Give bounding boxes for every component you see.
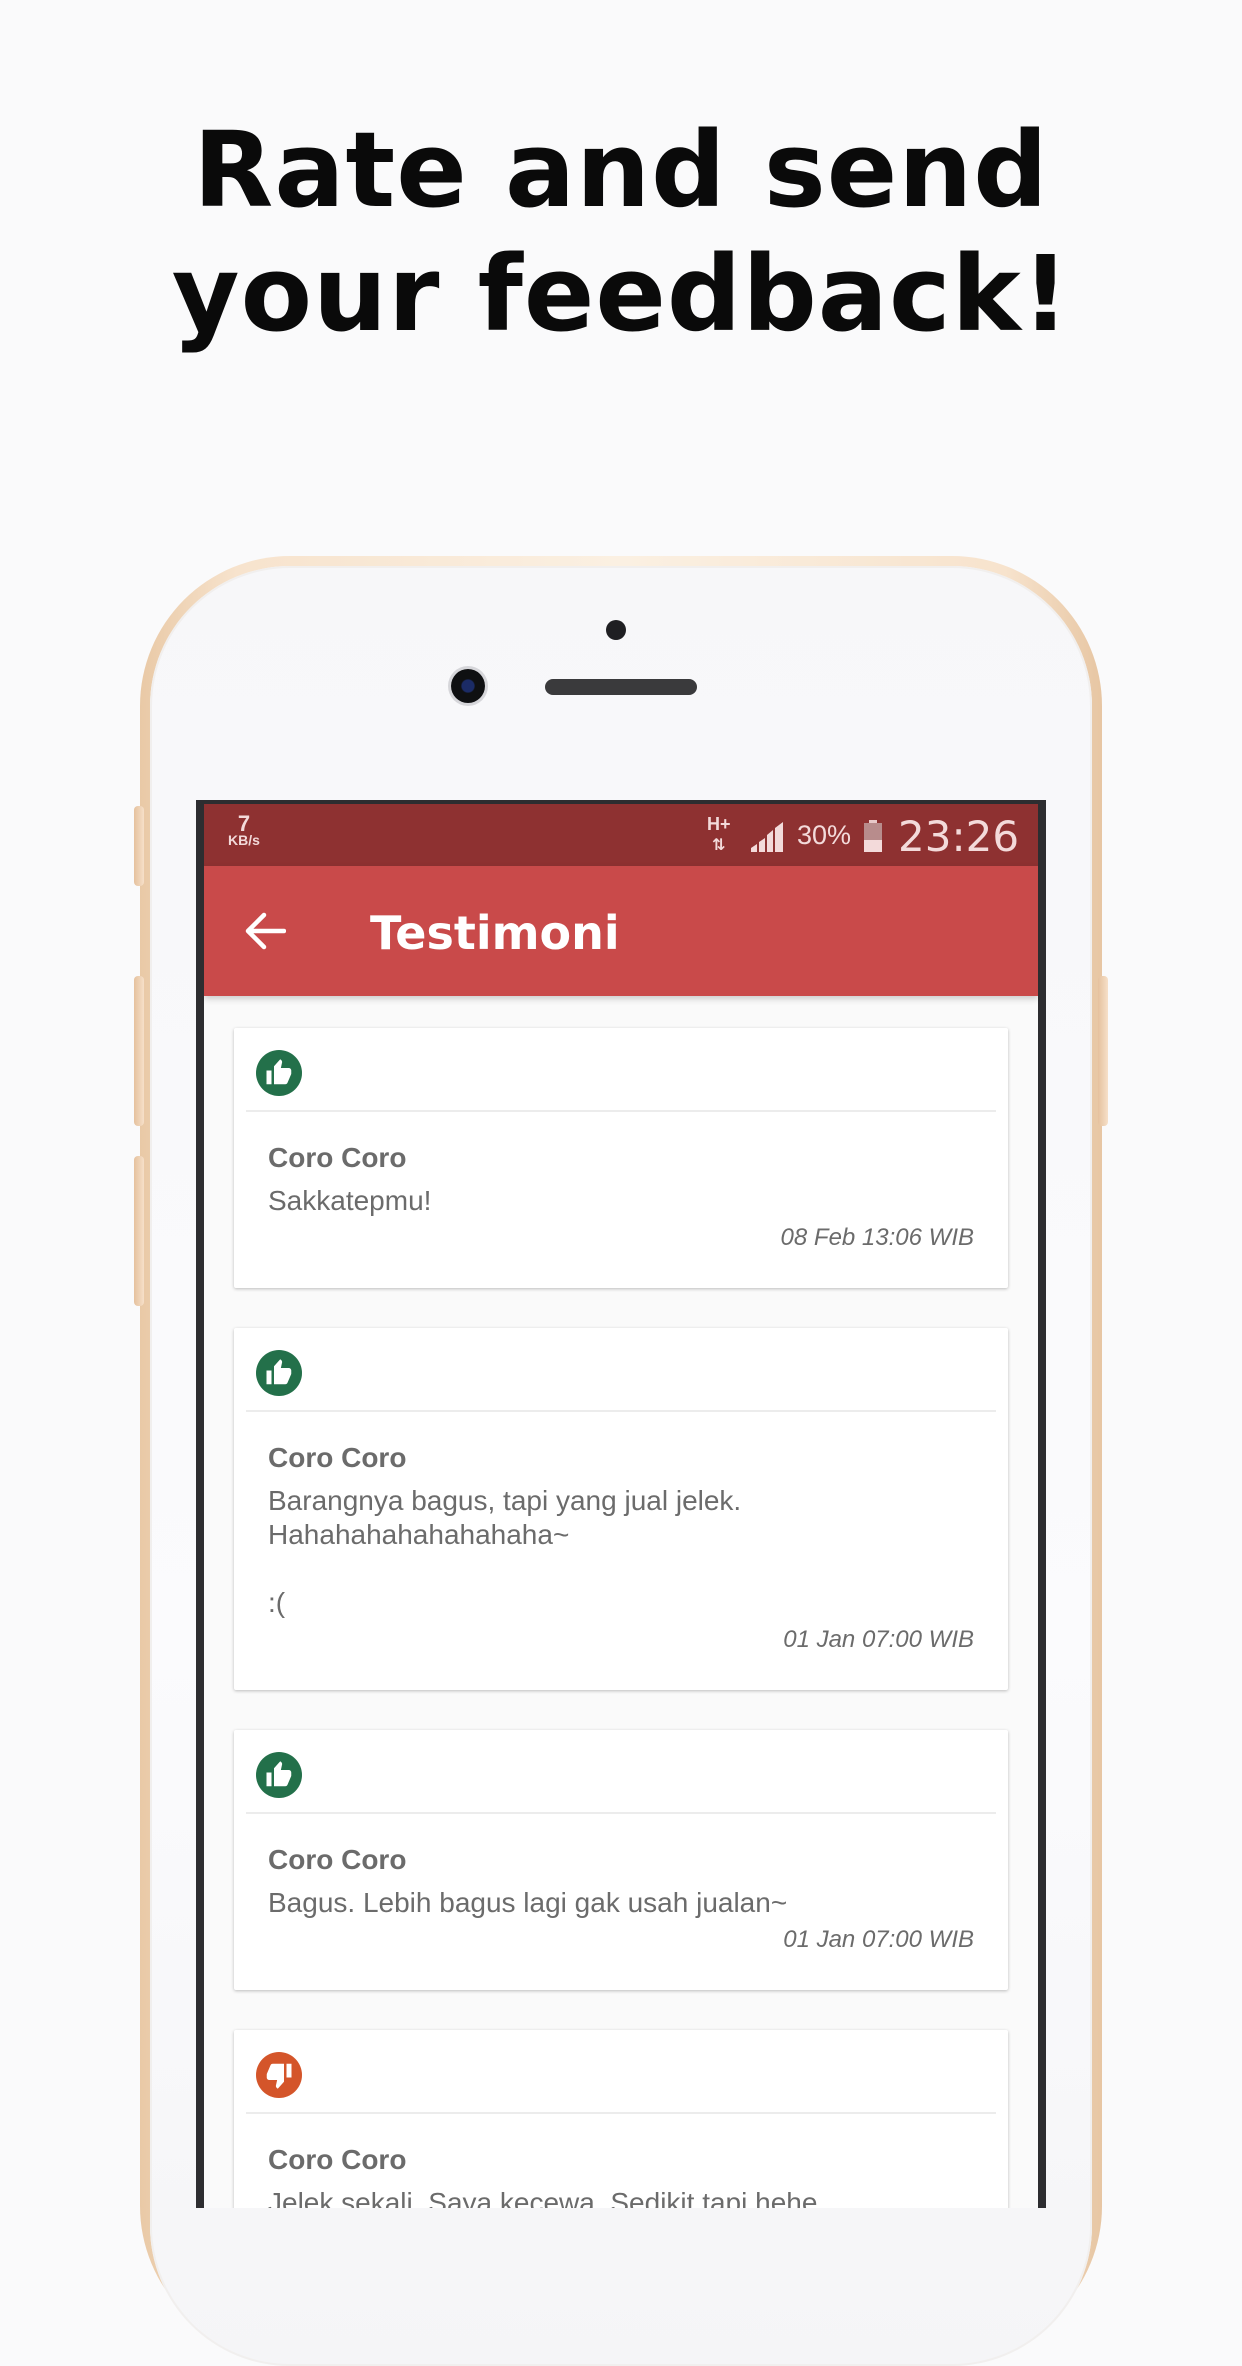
app-screen: 7 KB/s H+ ⇅ 30% 23:26 Testimoni Coro Cor… (204, 804, 1038, 2208)
review-message: Bagus. Lebih bagus lagi gak usah jualan~ (268, 1887, 788, 1918)
status-clock: 23:26 (898, 812, 1020, 861)
network-speed-value: 7 (237, 811, 251, 836)
reviewer-name: Coro Coro (268, 1142, 407, 1173)
rating-badge (256, 1050, 302, 1096)
network-type-label: H+ (707, 814, 731, 834)
card-header (246, 1328, 996, 1412)
battery-icon (864, 820, 882, 852)
battery-percent: 30% (797, 820, 852, 850)
review-message: Barangnya bagus, tapi yang jual jelek. H… (268, 1485, 742, 1618)
reviewer-name: Coro Coro (268, 2144, 407, 2175)
thumbs-up-icon (266, 1761, 292, 1787)
app-bar: Testimoni (204, 866, 1038, 996)
review-date: 01 Jan 07:00 WIB (783, 1926, 974, 1953)
phone-volume-up-button (134, 976, 144, 1126)
status-bar: 7 KB/s H+ ⇅ 30% 23:26 (204, 804, 1038, 866)
reviewer-name: Coro Coro (268, 1442, 407, 1473)
reviewer-name: Coro Coro (268, 1844, 407, 1875)
card-body: Coro Coro Bagus. Lebih bagus lagi gak us… (234, 1814, 1008, 1954)
review-message: Sakkatepmu! (268, 1185, 432, 1216)
page-title: Testimoni (370, 906, 620, 960)
review-date: 01 Jan 07:00 WIB (783, 1626, 974, 1653)
card-body: Coro Coro Jelek sekali. Saya kecewa. Sed… (234, 2114, 1008, 2208)
testimonial-card: Coro Coro Barangnya bagus, tapi yang jua… (234, 1328, 1008, 1690)
phone-side-button (134, 806, 144, 886)
earpiece-speaker (545, 679, 697, 695)
network-speed: 7 KB/s (228, 811, 260, 849)
rating-badge (256, 1752, 302, 1798)
review-date: 08 Feb 13:06 WIB (780, 1224, 974, 1251)
card-body: Coro Coro Barangnya bagus, tapi yang jua… (234, 1412, 1008, 1654)
review-message: Jelek sekali. Saya kecewa. Sedikit tapi … (268, 2187, 818, 2208)
headline: Rate and send your feedback! (0, 108, 1242, 356)
thumbs-down-icon (266, 2063, 292, 2089)
front-camera (451, 669, 485, 703)
back-arrow-icon[interactable] (244, 912, 286, 950)
card-header (246, 1028, 996, 1112)
proximity-sensor (606, 620, 626, 640)
testimonial-card: Coro Coro Jelek sekali. Saya kecewa. Sed… (234, 2030, 1008, 2208)
signal-icon (751, 822, 783, 852)
card-header (246, 1730, 996, 1814)
card-header (246, 2030, 996, 2114)
network-speed-unit: KB/s (228, 832, 260, 848)
headline-line-1: Rate and send (193, 109, 1049, 231)
testimonial-card: Coro Coro Bagus. Lebih bagus lagi gak us… (234, 1730, 1008, 1990)
card-body: Coro Coro Sakkatepmu! 08 Feb 13:06 WIB (234, 1112, 1008, 1252)
rating-badge (256, 2052, 302, 2098)
thumbs-up-icon (266, 1359, 292, 1385)
phone-power-button (1098, 976, 1108, 1126)
phone-screen: 7 KB/s H+ ⇅ 30% 23:26 Testimoni Coro Cor… (196, 800, 1046, 2208)
testimonial-card: Coro Coro Sakkatepmu! 08 Feb 13:06 WIB (234, 1028, 1008, 1288)
network-type: H+ ⇅ (707, 814, 731, 856)
headline-line-2: your feedback! (171, 233, 1071, 355)
data-transfer-icon: ⇅ (712, 837, 726, 854)
phone-volume-down-button (134, 1156, 144, 1306)
rating-badge (256, 1350, 302, 1396)
thumbs-up-icon (266, 1059, 292, 1085)
